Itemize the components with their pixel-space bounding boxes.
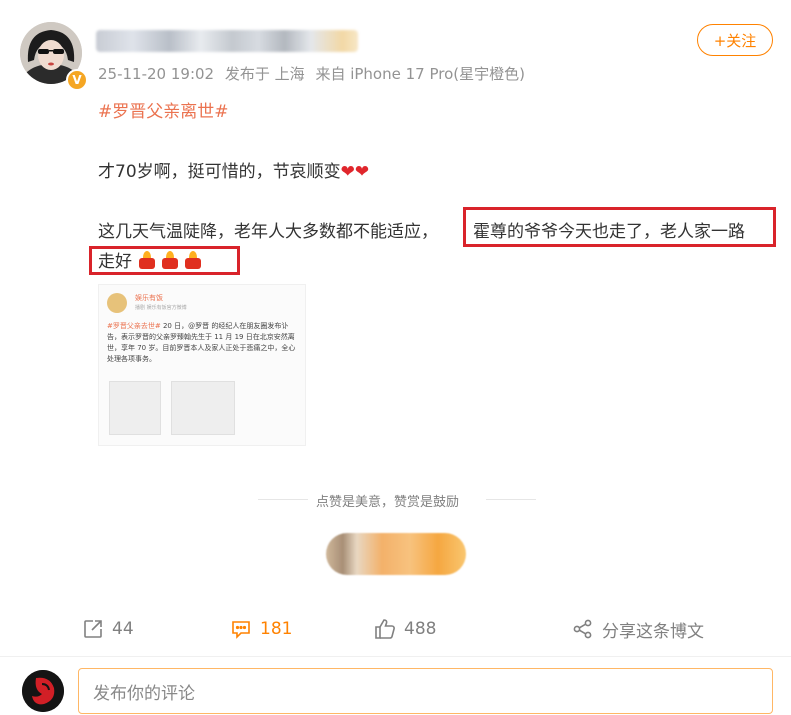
comment-count: 181 [260, 619, 293, 639]
post-line-2b: 霍尊的爷爷今天也走了，老人家一路 [473, 222, 745, 242]
post-image[interactable]: 娱乐有饭 播剧 娱乐有饭官方微博 #罗晋父亲去世# 20 日，@罗晋 的经纪人在… [98, 284, 306, 446]
forward-count: 44 [112, 619, 134, 639]
comment-input[interactable]: 发布你的评论 [78, 668, 773, 714]
embedded-text: #罗晋父亲去世# 20 日，@罗晋 的经纪人在朋友圈发布讣告，表示罗晋的父亲罗臻… [107, 321, 299, 365]
comment-icon [232, 621, 250, 639]
current-user-avatar[interactable] [22, 670, 64, 712]
post-line-3-text: 走好 [98, 252, 132, 272]
post-line-3: 走好 [98, 247, 206, 272]
candle-emoji-icon [137, 251, 157, 269]
forward-icon [84, 620, 102, 638]
embedded-account-sub: 播剧 娱乐有饭官方微博 [135, 305, 187, 311]
embedded-account-name: 娱乐有饭 [135, 294, 163, 302]
post-line-1: 才70岁啊，挺可惜的，节哀顺变❤❤ [98, 157, 369, 182]
candle-emoji-icon [160, 251, 180, 269]
like-button[interactable]: 488 [374, 617, 436, 641]
verified-badge-icon: V [66, 69, 88, 91]
candle-emoji-icon [183, 251, 203, 269]
reward-button[interactable] [326, 533, 466, 575]
post-meta: 25-11-20 19:02 发布于 上海 来自 iPhone 17 Pro(星… [98, 63, 531, 84]
username-blurred[interactable] [96, 30, 358, 52]
follow-button[interactable]: +关注 [697, 24, 773, 56]
embedded-doc-2 [171, 381, 235, 435]
embedded-avatar [107, 293, 127, 313]
comment-button[interactable]: 181 [230, 617, 292, 641]
post-line-1-text: 才70岁啊，挺可惜的，节哀顺变 [98, 162, 341, 182]
embedded-doc-1 [109, 381, 161, 435]
reward-divider-right [486, 499, 536, 500]
share-label: 分享这条博文 [602, 621, 704, 642]
comment-divider [0, 656, 791, 657]
post-source: 来自 iPhone 17 Pro(星宇橙色) [315, 65, 525, 83]
reward-text: 点赞是美意，赞赏是鼓励 [316, 495, 460, 510]
post-time[interactable]: 25-11-20 19:02 [98, 65, 214, 83]
forward-button[interactable]: 44 [82, 617, 134, 641]
share-icon [573, 619, 592, 639]
heart-emoji-icon: ❤❤ [340, 162, 370, 182]
post-line-2a: 这几天气温陡降，老年人大多数都不能适应， [98, 222, 438, 242]
post-hashtag[interactable]: #罗晋父亲离世# [98, 97, 229, 122]
thumbs-up-icon [375, 619, 395, 639]
like-count: 488 [404, 619, 437, 639]
post-location: 发布于 上海 [224, 65, 305, 83]
share-button[interactable]: 分享这条博文 [572, 617, 704, 642]
embedded-hashtag: #罗晋父亲去世# [107, 322, 161, 330]
reward-divider-left [258, 499, 308, 500]
